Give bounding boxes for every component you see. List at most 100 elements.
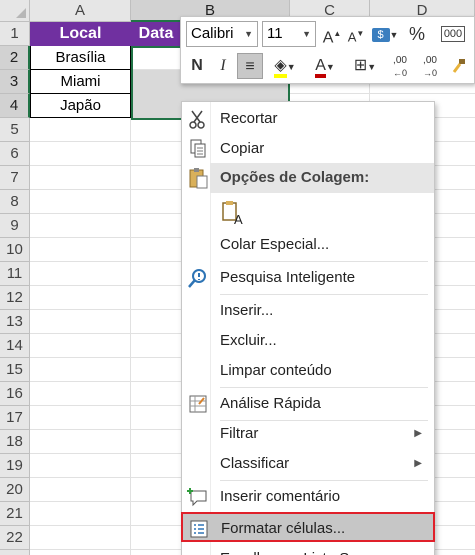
menu-item-insert-comment[interactable]: Inserir comentário	[182, 482, 434, 512]
menu-separator	[220, 294, 428, 295]
format-painter-icon	[452, 58, 465, 73]
menu-item-clear-contents[interactable]: Limpar conteúdo	[182, 356, 434, 386]
row-header-22[interactable]: 22	[0, 526, 30, 550]
paste-format-icon: A	[222, 201, 243, 226]
submenu-arrow-icon: ▶	[414, 458, 422, 469]
menu-item-label: Filtrar	[220, 425, 259, 442]
row-header-3[interactable]: 3	[0, 70, 30, 94]
paste-icon	[189, 168, 208, 189]
borders-button[interactable]: ⊞▼	[347, 53, 383, 79]
row-header-7[interactable]: 7	[0, 166, 30, 190]
currency-icon: $	[371, 28, 390, 42]
row-header-5[interactable]: 5	[0, 118, 30, 142]
font-name-dropdown[interactable]: Calibri ▼	[186, 21, 258, 47]
menu-separator	[220, 387, 428, 388]
italic-button[interactable]: I	[212, 53, 234, 79]
mini-toolbar: Calibri ▼ 11 ▼ A▲ A▼ $ ▼ % 000 N I ≡ ◈▼ A…	[180, 16, 475, 84]
menu-item-pick-from-list[interactable]: Escolher na Lista Suspensa...	[182, 544, 434, 555]
row-header-20[interactable]: 20	[0, 478, 30, 502]
font-name-value: Calibri	[191, 25, 234, 42]
row-header-8[interactable]: 8	[0, 190, 30, 214]
column-header-a[interactable]: A	[30, 0, 131, 22]
row-header-16[interactable]: 16	[0, 382, 30, 406]
row-header-21[interactable]: 21	[0, 502, 30, 526]
shrink-font-button[interactable]: A▼	[345, 21, 367, 47]
row-header-18[interactable]: 18	[0, 430, 30, 454]
increase-decimal-icon: ,00	[393, 55, 407, 66]
cell-a4[interactable]: Japão	[30, 94, 131, 118]
row-header-17[interactable]: 17	[0, 406, 30, 430]
comma-style-button[interactable]: 000	[432, 21, 474, 47]
menu-item-filter[interactable]: Filtrar ▶	[182, 419, 434, 449]
cell-a2[interactable]: Brasília	[30, 46, 131, 70]
format-painter-button[interactable]	[446, 53, 472, 79]
cell-a3[interactable]: Miami	[30, 70, 131, 94]
currency-format-button[interactable]: $ ▼	[370, 21, 400, 47]
menu-item-format-cells[interactable]: Formatar células...	[181, 512, 435, 542]
svg-text:A: A	[234, 212, 243, 226]
menu-item-label: Limpar conteúdo	[220, 362, 332, 379]
menu-item-cut[interactable]: Recortar	[182, 104, 434, 134]
chevron-down-icon: ▼	[302, 29, 311, 39]
context-menu: Recortar Copiar Opções de Colagem: A Col…	[181, 101, 435, 555]
menu-item-label: Formatar células...	[221, 520, 346, 537]
menu-item-label: Recortar	[220, 110, 278, 127]
menu-separator	[220, 261, 428, 262]
menu-item-label: Escolher na Lista Suspensa...	[220, 544, 418, 555]
menu-item-label: Análise Rápida	[220, 395, 321, 412]
menu-item-label: Colar Especial...	[220, 236, 330, 253]
menu-item-copy[interactable]: Copiar	[182, 134, 434, 164]
grow-font-button[interactable]: A▲	[321, 21, 343, 47]
row-header-1[interactable]: 1	[0, 22, 30, 46]
row-header-13[interactable]: 13	[0, 310, 30, 334]
menu-item-delete[interactable]: Excluir...	[182, 326, 434, 356]
font-size-dropdown[interactable]: 11 ▼	[262, 21, 316, 47]
row-header-23[interactable]: 23	[0, 550, 30, 555]
paste-options-group: Opções de Colagem:	[210, 163, 434, 193]
menu-item-label: Inserir...	[220, 302, 274, 319]
chevron-down-icon: ▼	[244, 29, 253, 39]
decrease-decimal-button[interactable]: ,00 →0	[417, 53, 443, 79]
font-color-button[interactable]: A▼	[307, 53, 343, 79]
row-header-11[interactable]: 11	[0, 262, 30, 286]
percent-style-button[interactable]: %	[406, 21, 428, 47]
quick-analysis-icon	[189, 395, 207, 413]
menu-item-sort[interactable]: Classificar ▶	[182, 449, 434, 479]
row-header-14[interactable]: 14	[0, 334, 30, 358]
font-color-icon: A	[315, 58, 326, 78]
row-header-12[interactable]: 12	[0, 286, 30, 310]
bold-button[interactable]: N	[186, 53, 208, 79]
row-header-2[interactable]: 2	[0, 46, 30, 70]
comma-style-icon: 000	[440, 26, 466, 42]
row-header-15[interactable]: 15	[0, 358, 30, 382]
menu-item-label: Pesquisa Inteligente	[220, 269, 356, 286]
borders-icon: ⊞	[353, 57, 368, 74]
decrease-decimal-icon: ,00	[423, 55, 437, 66]
copy-icon	[190, 139, 206, 158]
format-cells-icon	[190, 520, 208, 538]
menu-separator	[220, 480, 428, 481]
row-header-19[interactable]: 19	[0, 454, 30, 478]
paint-bucket-icon: ◈	[274, 58, 287, 78]
row-header-10[interactable]: 10	[0, 238, 30, 262]
grow-font-icon: A	[322, 29, 334, 47]
cell-a1-header-local[interactable]: Local	[30, 22, 131, 46]
menu-item-insert[interactable]: Inserir...	[182, 296, 434, 326]
select-all-corner[interactable]	[0, 0, 30, 22]
scissors-icon	[189, 110, 205, 129]
cell-b1-header-data[interactable]: Data	[131, 22, 181, 46]
row-header-6[interactable]: 6	[0, 142, 30, 166]
row-header-9[interactable]: 9	[0, 214, 30, 238]
menu-item-label: Inserir comentário	[220, 488, 341, 505]
fill-color-button[interactable]: ◈▼	[267, 53, 303, 79]
menu-item-paste-special[interactable]: Colar Especial...	[182, 230, 434, 260]
row-header-4[interactable]: 4	[0, 94, 30, 118]
menu-item-label: Excluir...	[220, 332, 277, 349]
menu-item-smart-lookup[interactable]: Pesquisa Inteligente	[182, 263, 434, 293]
comment-icon	[187, 488, 207, 507]
align-center-button[interactable]: ≡	[237, 53, 263, 79]
menu-item-paste-keep-format[interactable]: A	[182, 196, 434, 230]
smart-lookup-icon	[188, 269, 206, 288]
menu-item-quick-analysis[interactable]: Análise Rápida	[182, 389, 434, 419]
increase-decimal-button[interactable]: ,00 ←0	[387, 53, 413, 79]
